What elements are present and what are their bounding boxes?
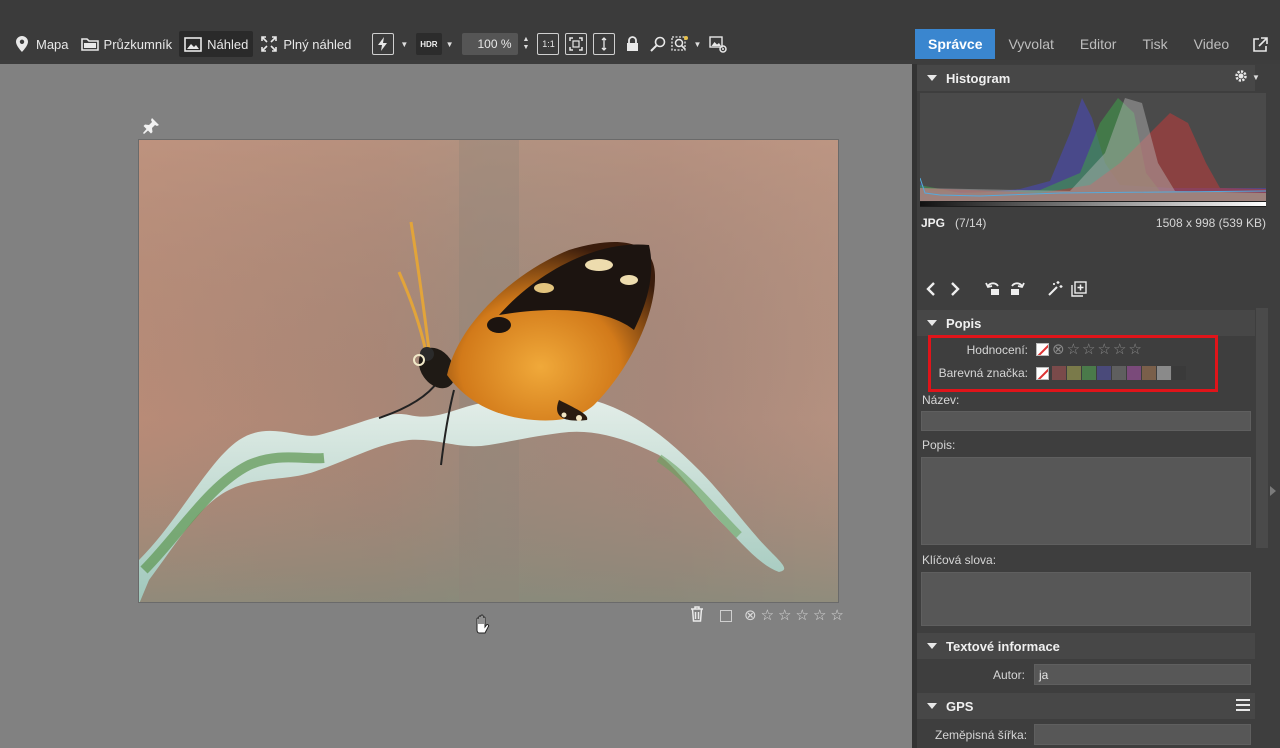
file-format: JPG xyxy=(921,216,946,230)
image-viewer[interactable]: ⊗ ☆ ☆ ☆ ☆ ☆ xyxy=(0,64,912,748)
trash-icon[interactable] xyxy=(690,606,704,625)
add-copy-icon[interactable] xyxy=(1068,278,1090,300)
image-icon xyxy=(184,35,202,53)
histogram-title: Histogram xyxy=(946,70,1011,86)
pin-icon[interactable] xyxy=(142,117,160,135)
flash-icon[interactable] xyxy=(372,33,395,55)
highlight-box xyxy=(928,335,1218,392)
rating-star-5[interactable]: ☆ xyxy=(830,608,843,623)
magnifier-frame-icon[interactable] xyxy=(671,35,689,53)
keywords-field[interactable] xyxy=(921,572,1251,626)
gear-dropdown-chevron-icon: ▼ xyxy=(1252,72,1260,82)
hdr-button[interactable]: HDR xyxy=(416,33,442,55)
tab-spravce[interactable]: Správce xyxy=(915,29,996,59)
gps-header[interactable]: GPS xyxy=(917,693,1255,719)
rotate-left-icon[interactable] xyxy=(982,278,1004,300)
keywords-label: Klíčová slova: xyxy=(922,553,997,567)
tab-vyvolat[interactable]: Vyvolat xyxy=(995,29,1066,59)
collapse-triangle-icon xyxy=(927,643,937,649)
zoom-stepper[interactable]: ▲ ▼ xyxy=(523,36,530,52)
text-info-title: Textové informace xyxy=(946,638,1060,654)
main-photo xyxy=(138,139,839,603)
rating-star-3[interactable]: ☆ xyxy=(795,608,808,623)
navigation-row xyxy=(920,278,1090,300)
full-view-button[interactable]: Plný náhled xyxy=(255,31,356,57)
select-checkbox[interactable] xyxy=(720,609,732,622)
author-label: Autor: xyxy=(993,668,1026,682)
flash-dropdown-chevron-icon[interactable]: ▼ xyxy=(400,40,408,49)
main-toolbar: Mapa Průzkumník Náhled Plný náhled ▼ HDR… xyxy=(0,28,912,60)
collapse-triangle-icon xyxy=(927,703,937,709)
description-field[interactable] xyxy=(921,457,1251,545)
histogram-graph xyxy=(919,93,1267,207)
photo-footer: ⊗ ☆ ☆ ☆ ☆ ☆ xyxy=(690,606,844,625)
gps-title: GPS xyxy=(946,698,974,714)
reject-icon[interactable]: ⊗ xyxy=(744,608,757,623)
rotate-right-icon[interactable] xyxy=(1006,278,1028,300)
rating-star-2[interactable]: ☆ xyxy=(778,608,791,623)
name-label: Název: xyxy=(922,393,960,407)
one-to-one-button[interactable]: 1:1 xyxy=(537,33,560,55)
map-button[interactable]: Mapa xyxy=(8,31,74,57)
file-info: JPG (7/14) 1508 x 998 (539 KB) xyxy=(921,216,1266,230)
collapse-triangle-icon xyxy=(927,320,937,326)
magnifier-dropdown-chevron-icon[interactable]: ▼ xyxy=(693,40,701,49)
expand-right-icon[interactable] xyxy=(1270,486,1276,496)
explorer-button[interactable]: Průzkumník xyxy=(76,31,178,57)
popout-window-icon[interactable] xyxy=(1250,34,1270,54)
tab-editor[interactable]: Editor xyxy=(1067,29,1130,59)
map-label: Mapa xyxy=(36,36,69,52)
explorer-label: Průzkumník xyxy=(103,36,173,52)
name-field[interactable] xyxy=(921,411,1251,431)
description-label: Popis: xyxy=(922,438,956,452)
gear-icon xyxy=(1233,68,1249,87)
tab-video[interactable]: Video xyxy=(1181,29,1243,59)
zoom-input[interactable]: 100 % xyxy=(461,33,518,55)
fit-height-icon[interactable] xyxy=(593,33,616,55)
lock-icon[interactable] xyxy=(623,35,641,53)
module-tabs: Správce Vyvolat Editor Tisk Video xyxy=(912,28,1280,60)
magic-wand-icon[interactable] xyxy=(1044,278,1066,300)
full-view-label: Plný náhled xyxy=(283,36,352,52)
scrollbar[interactable] xyxy=(1256,308,1268,548)
popis-title: Popis xyxy=(946,315,982,331)
preview-button[interactable]: Náhled xyxy=(179,31,254,57)
fit-screen-icon[interactable] xyxy=(565,33,588,55)
preview-label: Náhled xyxy=(207,36,249,52)
latitude-field[interactable] xyxy=(1034,724,1251,745)
latitude-label: Zeměpisná šířka: xyxy=(935,728,1028,742)
image-settings-icon[interactable] xyxy=(709,35,728,53)
rating-star-1[interactable]: ☆ xyxy=(761,608,774,623)
previous-icon[interactable] xyxy=(920,278,942,300)
folder-icon xyxy=(80,35,99,53)
histogram-settings[interactable]: ▼ xyxy=(1233,68,1265,86)
menu-icon[interactable] xyxy=(1236,699,1250,711)
popis-header[interactable]: Popis xyxy=(917,310,1255,336)
map-pin-icon xyxy=(13,35,31,53)
zoom-search-icon[interactable] xyxy=(649,35,667,53)
hand-cursor-icon xyxy=(472,614,492,634)
next-icon[interactable] xyxy=(944,278,966,300)
hdr-dropdown-chevron-icon[interactable]: ▼ xyxy=(446,40,454,49)
histogram-header[interactable]: Histogram xyxy=(917,65,1255,91)
author-field[interactable]: ja xyxy=(1034,664,1251,685)
tab-tisk[interactable]: Tisk xyxy=(1129,29,1180,59)
expand-icon xyxy=(260,35,278,53)
title-bar xyxy=(0,0,1280,28)
rating-star-4[interactable]: ☆ xyxy=(813,608,826,623)
file-index: (7/14) xyxy=(955,216,987,230)
collapse-triangle-icon xyxy=(927,75,937,81)
text-info-header[interactable]: Textové informace xyxy=(917,633,1255,659)
file-dimensions: 1508 x 998 (539 KB) xyxy=(1155,216,1266,230)
